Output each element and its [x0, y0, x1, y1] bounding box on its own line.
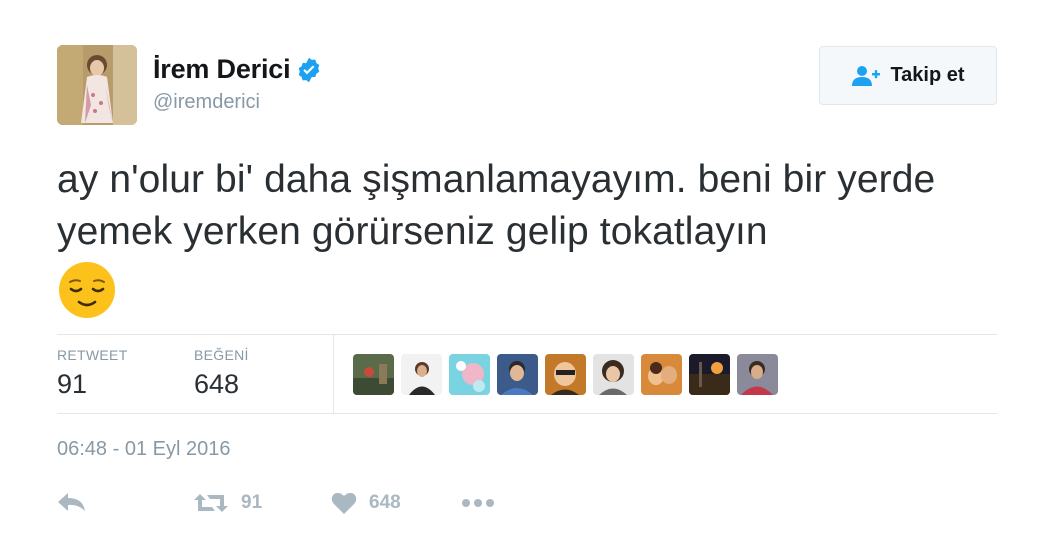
- follow-button[interactable]: Takip et: [819, 46, 997, 105]
- tweet-text-content: ay n'olur bi' daha şişmanlamayayım. beni…: [57, 158, 936, 253]
- liker-avatar[interactable]: [497, 354, 538, 395]
- liker-avatar[interactable]: [401, 354, 442, 395]
- liker-avatar[interactable]: [641, 354, 682, 395]
- retweet-label: RETWEET: [57, 347, 128, 363]
- liker-avatars: [353, 354, 778, 395]
- user-info: İrem Derici @iremderici: [153, 54, 323, 114]
- retweet-icon: [193, 491, 229, 515]
- relieved-face-emoji-icon: [57, 260, 117, 320]
- liker-avatar[interactable]: [689, 354, 730, 395]
- avatar[interactable]: [57, 45, 137, 125]
- verified-badge-icon: [295, 56, 323, 84]
- retweet-count: 91: [57, 369, 88, 399]
- liker-avatar[interactable]: [593, 354, 634, 395]
- tweet-actions: 91 648: [57, 491, 997, 521]
- like-label: BEĞENİ: [194, 347, 249, 363]
- reply-button[interactable]: [57, 491, 87, 513]
- tweet-stats: RETWEET 91 BEĞENİ 648: [57, 334, 997, 414]
- like-action-count: 648: [369, 492, 401, 513]
- display-name[interactable]: İrem Derici: [153, 54, 291, 85]
- heart-icon: [331, 491, 357, 515]
- follow-button-label: Takip et: [890, 64, 965, 86]
- tweet-text: ay n'olur bi' daha şişmanlamayayım. beni…: [57, 154, 997, 320]
- more-icon: [460, 491, 496, 515]
- username[interactable]: @iremderici: [153, 91, 323, 114]
- stats-divider: [333, 335, 334, 414]
- liker-avatar[interactable]: [545, 354, 586, 395]
- liker-avatar[interactable]: [353, 354, 394, 395]
- like-stat[interactable]: BEĞENİ 648: [194, 347, 249, 400]
- display-name-row[interactable]: İrem Derici: [153, 54, 323, 85]
- retweet-action-count: 91: [241, 492, 263, 513]
- add-user-icon: [851, 65, 881, 87]
- retweet-stat[interactable]: RETWEET 91: [57, 347, 128, 400]
- liker-avatar[interactable]: [737, 354, 778, 395]
- more-button[interactable]: [460, 491, 496, 515]
- tweet-header: İrem Derici @iremderici Takip et: [57, 42, 997, 128]
- liker-avatar[interactable]: [449, 354, 490, 395]
- like-button[interactable]: 648: [331, 491, 401, 515]
- reply-icon: [57, 491, 87, 513]
- tweet-card: İrem Derici @iremderici Takip et ay n'ol…: [57, 42, 997, 514]
- like-count: 648: [194, 369, 240, 399]
- tweet-timestamp[interactable]: 06:48 - 01 Eyl 2016: [57, 438, 230, 461]
- retweet-button[interactable]: 91: [193, 491, 262, 515]
